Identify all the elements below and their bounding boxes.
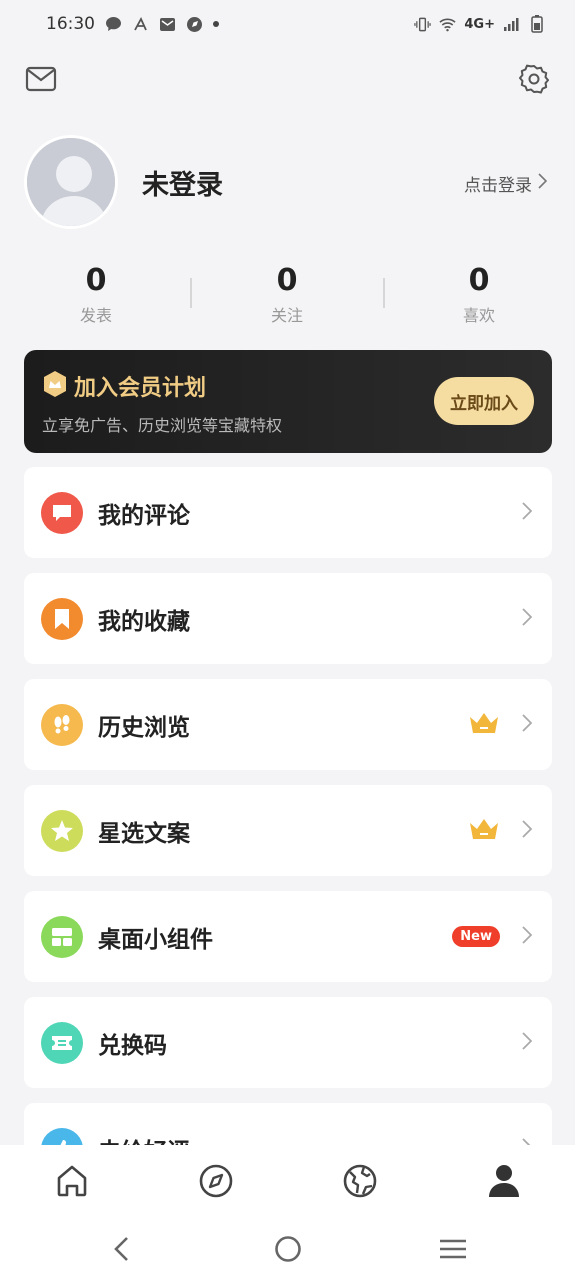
- menu-item-label: 桌面小组件: [98, 926, 213, 953]
- stat-value: 0: [276, 263, 298, 298]
- vip-title-text: 加入会员计划: [74, 376, 207, 401]
- bookmark-icon: [41, 597, 83, 640]
- menu-item-label: 我的评论: [98, 502, 190, 529]
- battery-icon: [528, 15, 545, 33]
- stat-label: 发表: [79, 306, 112, 325]
- menu-item-label: 我的收藏: [98, 608, 190, 635]
- vip-banner[interactable]: 加入会员计划 立享免广告、历史浏览等宝藏特权 立即加入: [24, 350, 552, 453]
- tab-discover[interactable]: [196, 1163, 236, 1203]
- menu-item-label: 星选文案: [98, 820, 190, 847]
- menu-item-starred-copy[interactable]: 星选文案: [24, 785, 552, 876]
- stat-value: 0: [468, 263, 490, 298]
- vibrate-icon: [414, 16, 432, 33]
- stat-label: 关注: [270, 306, 303, 325]
- stat-posts[interactable]: 0 发表: [36, 262, 156, 326]
- home-icon: [54, 1163, 90, 1203]
- chevron-right-icon: [522, 501, 533, 524]
- menu-lines-icon: [439, 1238, 467, 1264]
- tab-explore[interactable]: [340, 1163, 380, 1203]
- back-button[interactable]: [104, 1234, 138, 1268]
- chevron-right-icon: [522, 1031, 533, 1054]
- network-type: 4G+: [464, 16, 495, 32]
- system-nav-bar: [0, 1220, 575, 1280]
- menu-item-favorites[interactable]: 我的收藏: [24, 573, 552, 664]
- stat-divider: [190, 278, 192, 308]
- vip-subtitle: 立享免广告、历史浏览等宝藏特权: [42, 416, 283, 435]
- stat-following[interactable]: 0 关注: [227, 262, 347, 326]
- stat-label: 喜欢: [462, 306, 495, 325]
- join-vip-button[interactable]: 立即加入: [434, 377, 534, 425]
- ticket-icon: [41, 1021, 83, 1064]
- status-time: 16:30: [46, 14, 95, 34]
- more-notifications-dot: [213, 21, 219, 27]
- username: 未登录: [142, 170, 223, 201]
- mail-notification-icon: [159, 16, 176, 33]
- avatar[interactable]: [24, 135, 118, 229]
- tab-home[interactable]: [52, 1163, 92, 1203]
- home-button[interactable]: [271, 1234, 305, 1268]
- recents-button[interactable]: [436, 1234, 470, 1268]
- chevron-right-icon: [522, 607, 533, 630]
- compass-notification-icon: [186, 16, 203, 33]
- login-link-label: 点击登录: [464, 176, 532, 196]
- comment-icon: [41, 491, 83, 534]
- new-badge: New: [452, 926, 500, 947]
- menu-item-label: 历史浏览: [98, 714, 190, 741]
- antenna-icon: [132, 16, 149, 33]
- chevron-right-icon: [522, 819, 533, 842]
- menu-item-history[interactable]: 历史浏览: [24, 679, 552, 770]
- stat-divider: [383, 278, 385, 308]
- wifi-icon: [439, 16, 456, 33]
- menu-item-label: 兑换码: [98, 1032, 167, 1059]
- back-chevron-icon: [113, 1236, 129, 1266]
- globe-icon: [342, 1163, 378, 1203]
- menu-item-widgets[interactable]: 桌面小组件 New: [24, 891, 552, 982]
- tab-profile[interactable]: [484, 1163, 524, 1203]
- stat-likes[interactable]: 0 喜欢: [419, 262, 539, 326]
- home-circle-icon: [274, 1235, 302, 1267]
- bottom-tab-bar: [0, 1145, 575, 1220]
- chevron-right-icon: [522, 925, 533, 948]
- crown-icon: [468, 817, 500, 845]
- stat-value: 0: [85, 263, 107, 298]
- user-icon: [487, 1163, 521, 1203]
- chevron-right-icon: [522, 713, 533, 736]
- star-icon: [41, 809, 83, 852]
- footprint-icon: [41, 703, 83, 746]
- chevron-right-icon: [538, 173, 548, 194]
- menu-item-comments[interactable]: 我的评论: [24, 467, 552, 558]
- compass-icon: [198, 1163, 234, 1203]
- widget-icon: [41, 915, 83, 958]
- crown-hexagon-icon: [42, 370, 68, 402]
- status-bar: 16:30 4G+: [0, 0, 575, 48]
- stats-row: 0 发表 0 关注 0 喜欢: [0, 262, 575, 332]
- gear-icon[interactable]: [517, 62, 551, 96]
- menu-item-redeem-code[interactable]: 兑换码: [24, 997, 552, 1088]
- vip-title: 加入会员计划: [42, 370, 206, 402]
- login-link[interactable]: 点击登录: [464, 171, 548, 196]
- signal-icon: [503, 16, 520, 33]
- mail-icon[interactable]: [24, 62, 58, 96]
- message-icon: [105, 16, 122, 33]
- crown-icon: [468, 711, 500, 739]
